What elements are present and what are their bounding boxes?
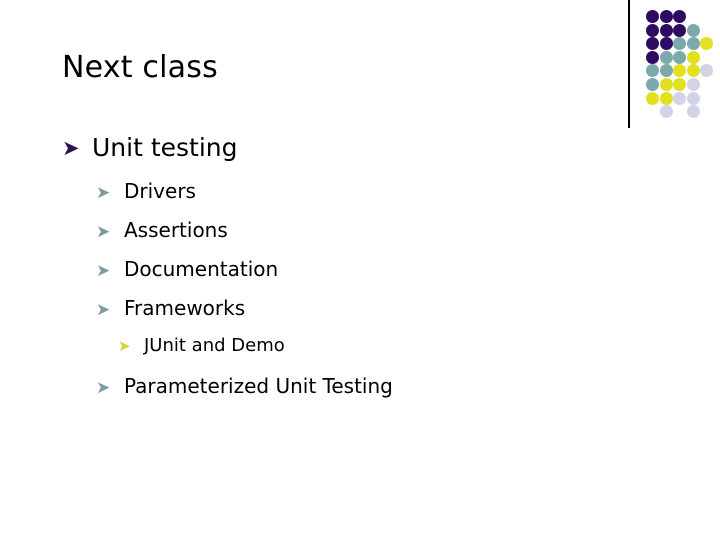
page-title: Next class xyxy=(62,50,218,85)
bullet-item-level3: ➤ JUnit and Demo xyxy=(0,334,620,373)
decoration-dot xyxy=(659,78,673,91)
bullet-arrow-icon: ➤ xyxy=(96,378,111,398)
bullet-item-level2: ➤ Documentation xyxy=(0,256,620,295)
decoration-dot xyxy=(686,37,700,51)
slide-decoration xyxy=(628,0,720,130)
decoration-dot xyxy=(646,64,659,78)
bullet-item-level2: ➤ Assertions xyxy=(0,217,620,256)
decoration-dot xyxy=(700,64,714,78)
decoration-dot xyxy=(673,91,687,105)
bullet-label: Parameterized Unit Testing xyxy=(124,374,393,398)
decoration-dot xyxy=(686,78,700,91)
decoration-dot xyxy=(673,50,687,64)
decoration-dot xyxy=(646,50,659,64)
bullet-item-level2: ➤ Drivers xyxy=(0,178,620,217)
bullet-arrow-icon: ➤ xyxy=(118,337,131,355)
decoration-dot xyxy=(646,78,659,91)
decoration-dot xyxy=(686,91,700,105)
decoration-dot xyxy=(673,64,687,78)
decoration-dot xyxy=(700,37,714,51)
decoration-dot xyxy=(646,10,659,23)
bullet-label: Drivers xyxy=(124,179,196,203)
decoration-dot xyxy=(659,23,673,37)
decoration-dot xyxy=(673,10,687,23)
dot-grid-icon xyxy=(646,10,714,120)
decoration-dot xyxy=(659,105,673,119)
decoration-dot xyxy=(659,10,673,23)
bullet-label: Documentation xyxy=(124,257,279,281)
decoration-dot xyxy=(686,64,700,78)
decoration-dot xyxy=(659,64,673,78)
bullet-label: Unit testing xyxy=(92,133,238,162)
decoration-dot xyxy=(646,37,659,51)
bullet-arrow-icon: ➤ xyxy=(96,261,111,281)
decoration-dot xyxy=(673,37,687,51)
bullet-item-level2: ➤ Frameworks xyxy=(0,295,620,334)
bullet-label: JUnit and Demo xyxy=(144,335,285,356)
slide-canvas: Next class ➤ Unit testing ➤ Drivers ➤ Asserti… xyxy=(0,0,720,540)
bullet-label: Assertions xyxy=(124,218,228,242)
decoration-dot xyxy=(686,23,700,37)
decoration-dot xyxy=(673,23,687,37)
decoration-dot xyxy=(659,91,673,105)
decoration-dot xyxy=(646,23,659,37)
decoration-dot xyxy=(686,105,700,119)
decoration-dot xyxy=(673,78,687,91)
decoration-dot xyxy=(659,50,673,64)
bullet-arrow-icon: ➤ xyxy=(96,222,111,242)
bullet-label: Frameworks xyxy=(124,296,246,320)
bullet-item-level1: ➤ Unit testing xyxy=(0,132,620,178)
decoration-dot xyxy=(659,37,673,51)
bullet-arrow-icon: ➤ xyxy=(96,183,111,203)
bullet-arrow-icon: ➤ xyxy=(62,136,80,160)
bullet-list: ➤ Unit testing ➤ Drivers ➤ Assertions ➤ Documen… xyxy=(0,132,620,412)
bullet-item-level2: ➤ Parameterized Unit Testing xyxy=(0,373,620,412)
decoration-dot xyxy=(686,50,700,64)
bullet-arrow-icon: ➤ xyxy=(96,300,111,320)
vertical-divider-line xyxy=(628,0,630,128)
decoration-dot xyxy=(646,91,659,105)
